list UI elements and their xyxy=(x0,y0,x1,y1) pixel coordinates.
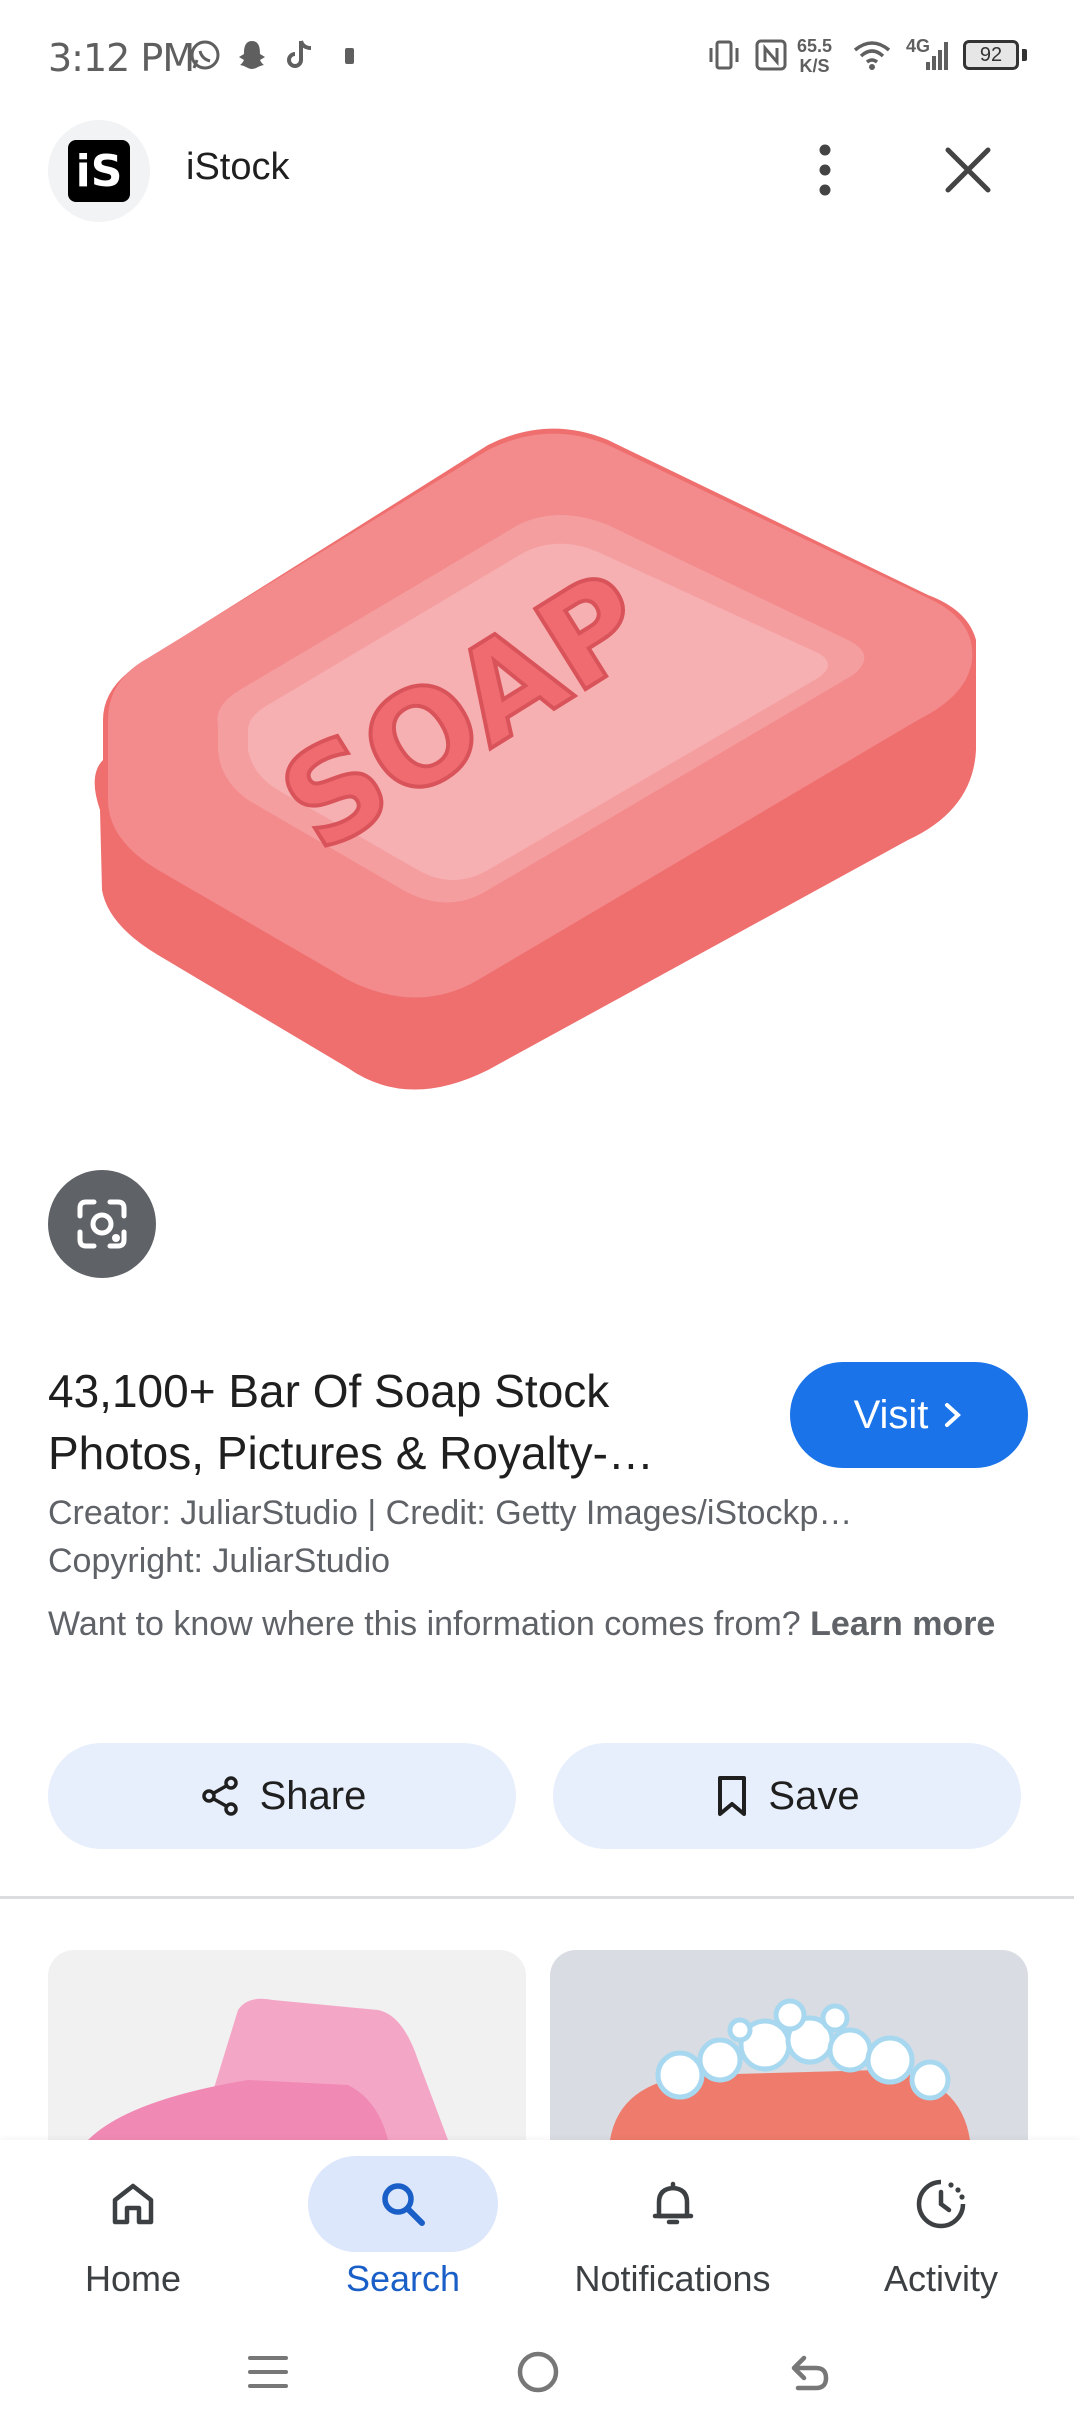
close-icon[interactable] xyxy=(938,140,998,200)
signal-icon xyxy=(926,42,948,70)
battery-tip xyxy=(1022,49,1027,61)
vibrate-icon xyxy=(709,40,739,70)
site-name[interactable]: iStock xyxy=(186,146,289,189)
bookmark-icon xyxy=(718,1776,747,1816)
visit-button[interactable]: Visit xyxy=(790,1362,1028,1468)
network-speed: 65.5 K/S xyxy=(797,36,832,76)
network-speed-unit: K/S xyxy=(799,56,830,76)
back-icon[interactable] xyxy=(784,2348,832,2396)
nav-home[interactable]: Home xyxy=(38,2140,228,2320)
home-icon xyxy=(112,2183,154,2225)
recent-apps-icon[interactable] xyxy=(246,2350,290,2394)
bottom-navigation: Home Search Notifications Activity xyxy=(0,2140,1080,2320)
notification-dot-icon xyxy=(345,48,354,64)
related-image-2[interactable] xyxy=(550,1950,1028,2140)
site-logo-container[interactable]: iS xyxy=(48,120,150,222)
nav-search-label: Search xyxy=(345,2258,461,2299)
save-button[interactable]: Save xyxy=(553,1743,1021,1849)
info-question: Want to know where this information come… xyxy=(48,1605,801,1643)
chevron-right-icon xyxy=(945,1403,962,1427)
bubbly-soap-thumbnail xyxy=(610,1998,970,2140)
pink-soap-thumbnail xyxy=(88,1998,448,2140)
tiktok-icon xyxy=(287,40,312,68)
visit-label: Visit xyxy=(853,1392,929,1437)
network-speed-value: 65.5 xyxy=(797,36,833,56)
nav-notifications-pill xyxy=(578,2156,768,2252)
whatsapp-icon xyxy=(190,40,220,70)
save-label: Save xyxy=(768,1773,860,1818)
creator-credit: Creator: JuliarStudio | Credit: Getty Im… xyxy=(48,1494,853,1532)
nav-home-label: Home xyxy=(84,2258,182,2299)
related-image-1[interactable] xyxy=(48,1950,526,2140)
share-icon xyxy=(201,1776,238,1816)
copyright: Copyright: JuliarStudio xyxy=(48,1542,391,1580)
soap-image[interactable]: SOAP xyxy=(48,420,1032,1140)
nav-home-pill xyxy=(38,2156,228,2252)
snapchat-icon xyxy=(239,41,265,69)
lens-search-button[interactable] xyxy=(48,1170,156,1278)
info-source-text: Want to know where this information come… xyxy=(48,1600,1028,1648)
share-button[interactable]: Share xyxy=(48,1743,516,1849)
share-label: Share xyxy=(259,1773,367,1818)
home-circle-icon[interactable] xyxy=(514,2348,562,2396)
section-divider xyxy=(0,1896,1074,1899)
learn-more-link[interactable]: Learn more xyxy=(810,1605,995,1643)
nav-activity-label: Activity xyxy=(883,2258,998,2299)
nav-notifications-label: Notifications xyxy=(574,2258,771,2299)
system-navigation-bar xyxy=(0,2320,1080,2436)
nav-notifications[interactable]: Notifications xyxy=(550,2140,795,2320)
bell-icon xyxy=(652,2181,693,2225)
wifi-icon xyxy=(853,41,891,70)
search-icon xyxy=(382,2183,425,2226)
nav-search[interactable]: Search xyxy=(308,2140,498,2320)
activity-icon xyxy=(916,2179,966,2229)
istock-logo: iS xyxy=(68,140,130,202)
status-time: 3:12 PM xyxy=(48,36,195,80)
nav-activity-pill xyxy=(846,2156,1036,2252)
nfc-icon xyxy=(755,39,787,71)
result-title[interactable]: 43,100+ Bar Of Soap Stock Photos, Pictur… xyxy=(48,1360,728,1484)
battery-indicator: 92 xyxy=(963,40,1019,70)
lens-icon xyxy=(77,1199,127,1249)
status-bar: 3:12 PM 65.5 K/S 4G 92 xyxy=(0,0,1080,110)
more-options-icon[interactable] xyxy=(800,140,850,200)
nav-activity[interactable]: Activity xyxy=(846,2140,1036,2320)
nav-search-pill xyxy=(308,2156,498,2252)
